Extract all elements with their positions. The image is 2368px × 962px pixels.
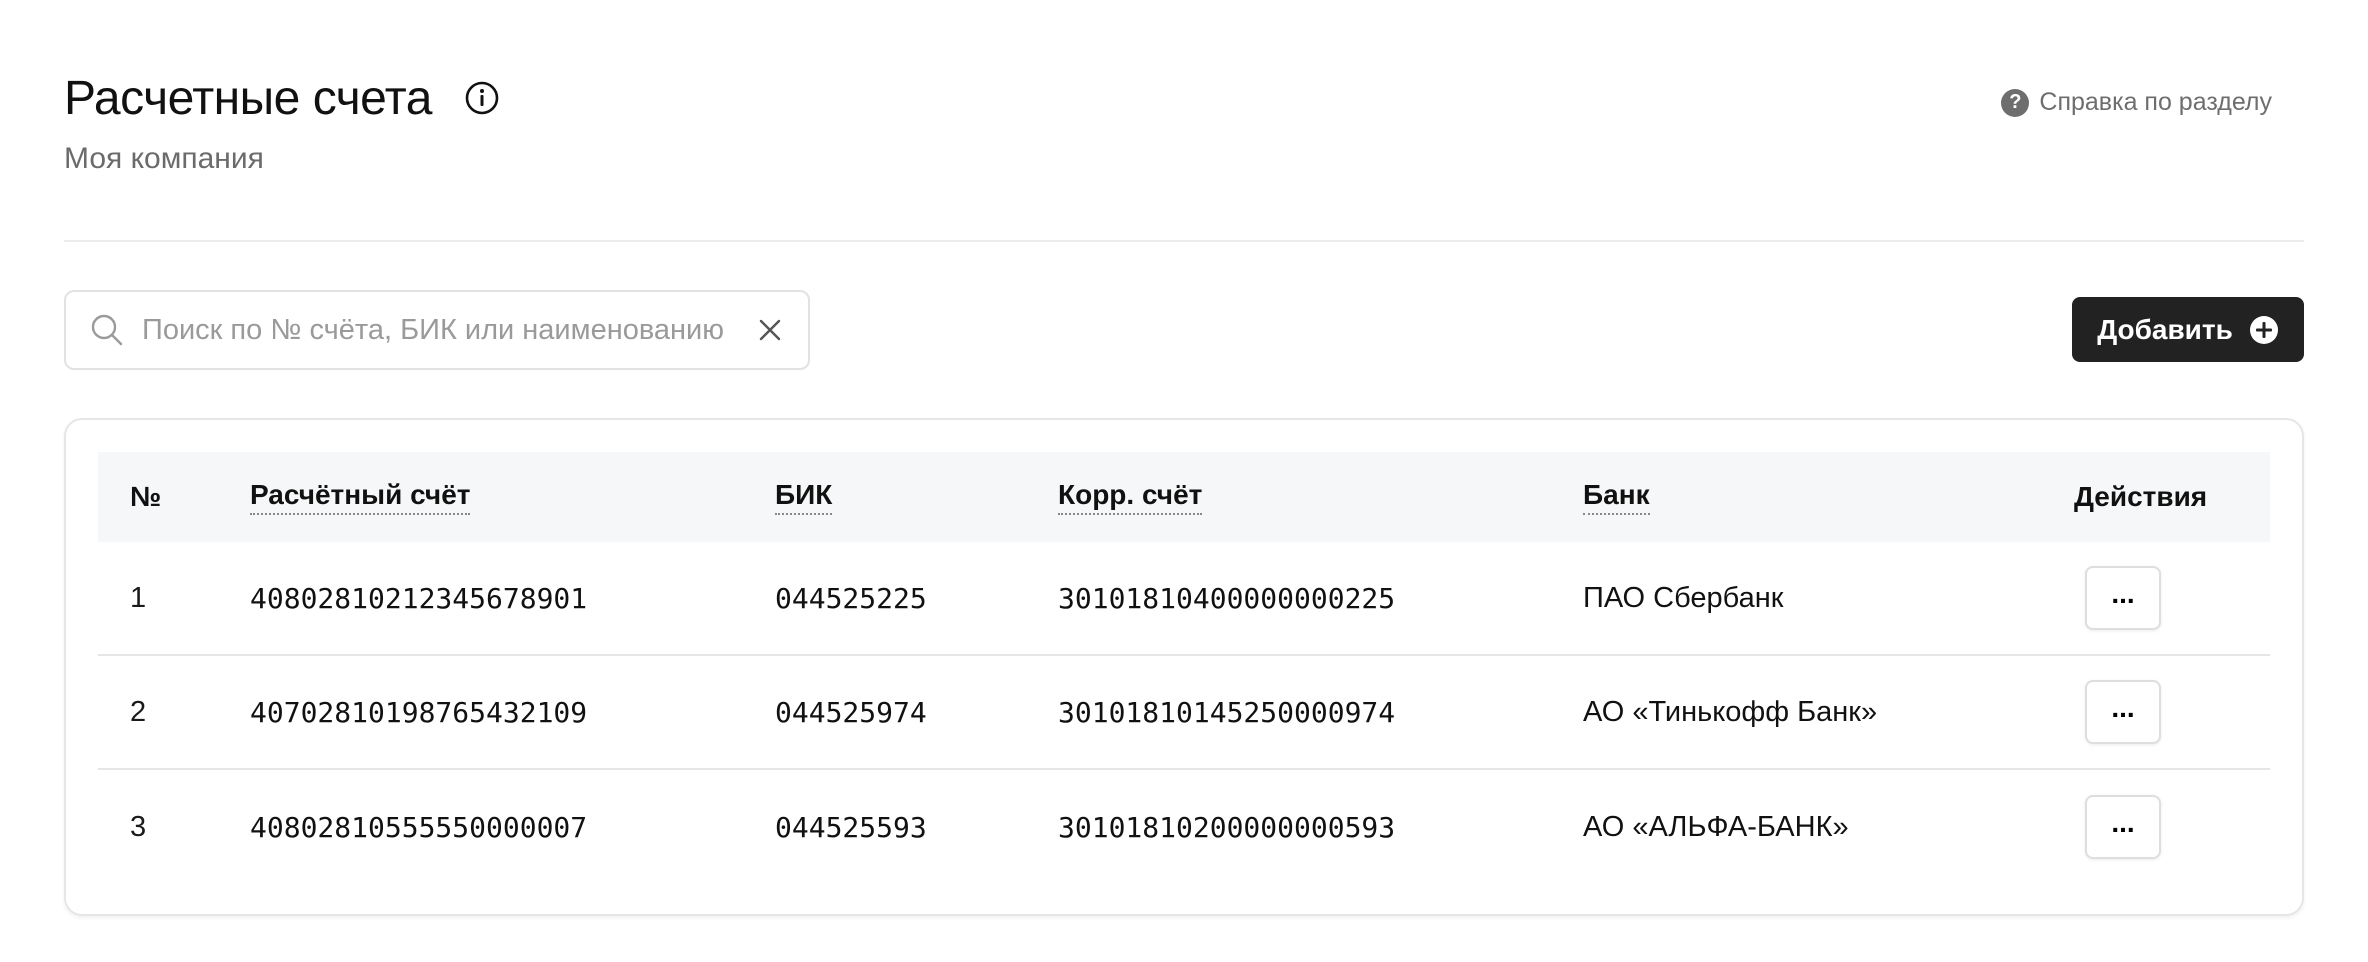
- title-row: Расчетные счета: [64, 64, 2304, 132]
- company-subtitle: Моя компания: [64, 142, 264, 175]
- search-icon: [90, 313, 124, 347]
- account-number: 40802810555550000007: [250, 810, 588, 844]
- corr-account-value: 30101810400000000225: [1058, 581, 1396, 615]
- accounts-card: № Расчётный счёт БИК Корр. счёт Банк Дей…: [64, 418, 2304, 916]
- bik-value: 044525225: [775, 581, 927, 615]
- header-divider: [64, 240, 2304, 242]
- row-number: 3: [130, 810, 147, 843]
- row-actions-button[interactable]: ...: [2085, 566, 2161, 630]
- row-number: 1: [130, 581, 147, 614]
- corr-account-value: 30101810145250000974: [1058, 695, 1396, 729]
- table-row: 3 40802810555550000007 044525593 3010181…: [98, 770, 2270, 884]
- row-number: 2: [130, 695, 147, 728]
- bik-value: 044525974: [775, 695, 927, 729]
- column-header-account[interactable]: Расчётный счёт: [250, 479, 471, 515]
- corr-account-value: 30101810200000000593: [1058, 810, 1396, 844]
- search-box[interactable]: [64, 290, 810, 370]
- plus-circle-icon: [2249, 315, 2279, 345]
- bank-name: ПАО Сбербанк: [1583, 581, 1784, 614]
- question-circle-icon: ?: [2001, 88, 2030, 117]
- table-header: № Расчётный счёт БИК Корр. счёт Банк Дей…: [98, 452, 2270, 542]
- close-icon[interactable]: [756, 316, 784, 344]
- column-header-actions: Действия: [2074, 481, 2208, 512]
- account-number: 40802810212345678901: [250, 581, 588, 615]
- search-input[interactable]: [142, 313, 744, 347]
- bank-name: АО «Тинькофф Банк»: [1583, 695, 1878, 728]
- accounts-table: № Расчётный счёт БИК Корр. счёт Банк Дей…: [98, 452, 2270, 884]
- help-link-label: Справка по разделу: [2039, 88, 2272, 116]
- page-header: Расчетные счета Моя компания ? Справка п…: [64, 64, 2304, 194]
- row-actions-button[interactable]: ...: [2085, 680, 2161, 744]
- row-actions-button[interactable]: ...: [2085, 795, 2161, 859]
- column-header-bik[interactable]: БИК: [775, 479, 833, 515]
- account-number: 40702810198765432109: [250, 695, 588, 729]
- table-row: 2 40702810198765432109 044525974 3010181…: [98, 656, 2270, 770]
- add-button-label: Добавить: [2097, 313, 2233, 345]
- column-header-number: №: [130, 481, 162, 512]
- table-row: 1 40802810212345678901 044525225 3010181…: [98, 542, 2270, 656]
- column-header-bank[interactable]: Банк: [1583, 479, 1650, 515]
- column-header-corr-account[interactable]: Корр. счёт: [1058, 479, 1203, 515]
- add-button[interactable]: Добавить: [2072, 297, 2304, 362]
- help-link[interactable]: ? Справка по разделу: [2001, 88, 2272, 117]
- bank-name: АО «АЛЬФА-БАНК»: [1583, 810, 1849, 843]
- bik-value: 044525593: [775, 810, 927, 844]
- info-icon[interactable]: [464, 80, 500, 116]
- page-title: Расчетные счета: [64, 71, 432, 125]
